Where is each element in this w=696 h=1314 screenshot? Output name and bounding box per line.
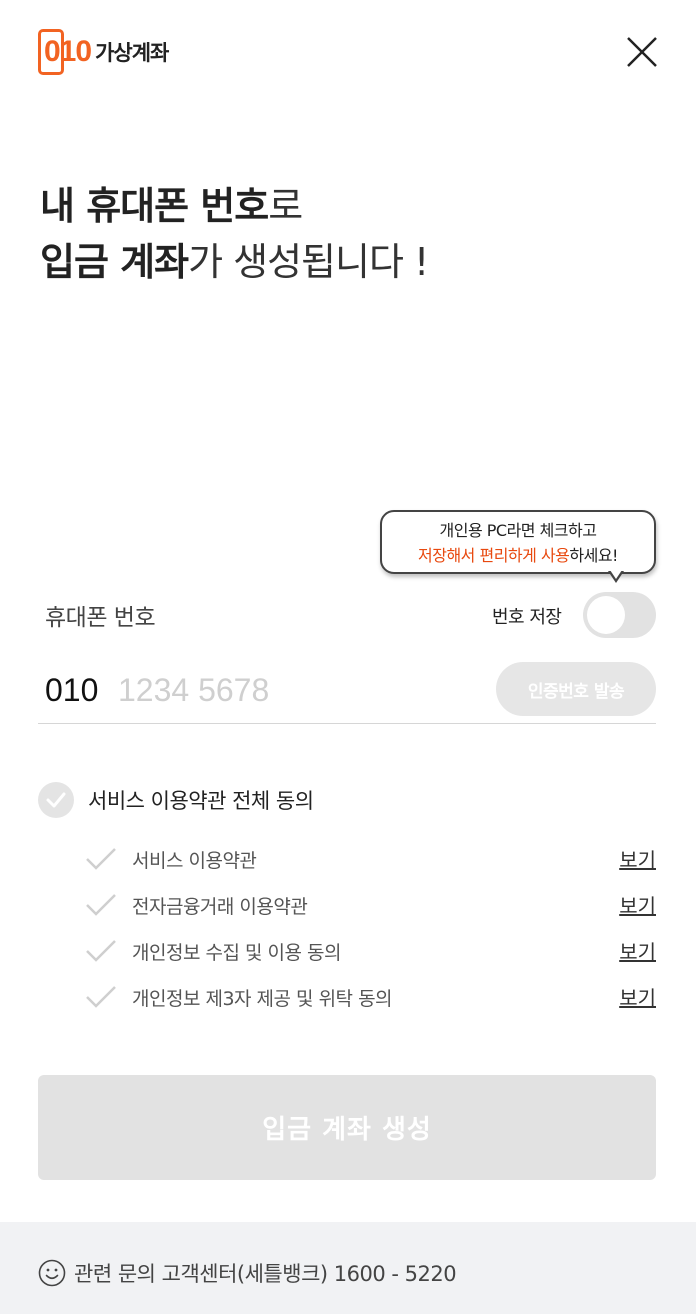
circle-check-icon <box>38 782 74 818</box>
save-number-label: 번호 저장 <box>492 607 562 628</box>
headline-line-2-bold: 입금 계좌 <box>40 240 189 284</box>
logo-text: 가상계좌 <box>95 41 169 65</box>
smile-icon <box>38 1259 66 1287</box>
agree-all-checkbox[interactable]: 서비스 이용약관 전체 동의 <box>38 782 314 818</box>
send-verification-button[interactable]: 인증번호 발송 <box>496 662 656 716</box>
term-item-privacy-collection[interactable]: 개인정보 수집 및 이용 동의 보기 <box>84 928 656 974</box>
close-button[interactable] <box>622 32 662 72</box>
tooltip-tail-inner <box>610 570 622 579</box>
check-icon <box>86 848 116 870</box>
header: 010 가상계좌 <box>0 0 696 110</box>
check-icon <box>86 940 116 962</box>
phone-prefix: 010 <box>45 672 99 708</box>
close-icon <box>627 37 657 67</box>
term-item-electronic-finance[interactable]: 전자금융거래 이용약관 보기 <box>84 882 656 928</box>
footer-contact-text: 관련 문의 고객센터(세틀뱅크) 1600 - 5220 <box>74 1262 457 1286</box>
create-account-button[interactable]: 입금 계좌 생성 <box>38 1075 656 1180</box>
brand-logo: 010 가상계좌 <box>38 28 169 76</box>
headline-line-2-rest: 가 생성됩니다 ! <box>188 240 429 284</box>
headline-line-2: 입금 계좌가 생성됩니다 ! <box>40 234 429 290</box>
term-view-link[interactable]: 보기 <box>619 936 656 965</box>
customer-center-info: 관련 문의 고객센터(세틀뱅크) 1600 - 5220 <box>38 1258 457 1288</box>
headline-line-1-bold: 내 휴대폰 번호 <box>40 184 269 228</box>
phone-number-input[interactable] <box>118 668 418 712</box>
agree-all-label: 서비스 이용약관 전체 동의 <box>88 789 314 813</box>
toggle-knob <box>587 596 625 634</box>
tooltip-line-2: 저장해서 편리하게 사용하세요! <box>382 543 654 568</box>
footer: 관련 문의 고객센터(세틀뱅크) 1600 - 5220 <box>0 1222 696 1314</box>
tooltip-line-1: 개인용 PC라면 체크하고 <box>439 521 597 540</box>
term-label: 서비스 이용약관 <box>132 849 257 872</box>
terms-list: 서비스 이용약관 보기 전자금융거래 이용약관 보기 개인정보 수집 및 이용 … <box>84 836 656 1020</box>
check-icon <box>86 894 116 916</box>
term-item-third-party[interactable]: 개인정보 제3자 제공 및 위탁 동의 보기 <box>84 974 656 1020</box>
tooltip-accent-text: 저장해서 편리하게 사용 <box>418 546 570 565</box>
save-tooltip: 개인용 PC라면 체크하고 저장해서 편리하게 사용하세요! <box>380 510 656 574</box>
check-icon <box>86 986 116 1008</box>
input-underline <box>38 723 656 724</box>
phone-logo-icon <box>38 29 64 75</box>
page-headline: 내 휴대폰 번호로 입금 계좌가 생성됩니다 ! <box>40 178 429 290</box>
tooltip-rest-text: 하세요! <box>569 546 618 565</box>
term-label: 개인정보 제3자 제공 및 위탁 동의 <box>132 987 393 1010</box>
term-view-link[interactable]: 보기 <box>619 890 656 919</box>
term-label: 개인정보 수집 및 이용 동의 <box>132 941 341 964</box>
headline-line-1-rest: 로 <box>268 184 303 228</box>
term-label: 전자금융거래 이용약관 <box>132 895 308 918</box>
term-view-link[interactable]: 보기 <box>619 844 656 873</box>
term-view-link[interactable]: 보기 <box>619 982 656 1011</box>
headline-line-1: 내 휴대폰 번호로 <box>40 178 428 234</box>
save-number-toggle[interactable] <box>583 592 656 638</box>
term-item-service[interactable]: 서비스 이용약관 보기 <box>84 836 656 882</box>
phone-number-label: 휴대폰 번호 <box>45 605 156 631</box>
